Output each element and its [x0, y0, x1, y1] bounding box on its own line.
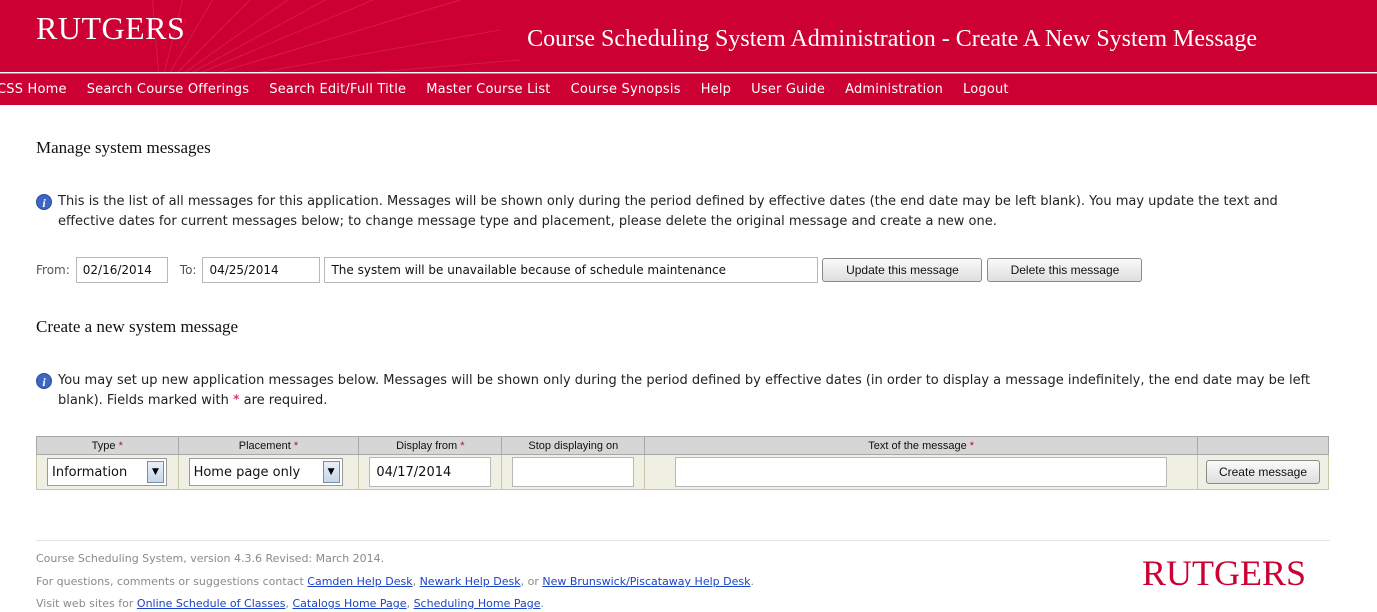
- create-message-table: Type * Placement * Display from * Stop d…: [36, 436, 1329, 490]
- from-date-input[interactable]: 02/16/2014: [75, 257, 168, 283]
- table-row: Information ▼ Home page only ▼ 04/17/201…: [36, 454, 1329, 490]
- from-label: From:: [36, 263, 70, 277]
- footer-divider: [36, 540, 1330, 541]
- camden-help-desk-link[interactable]: Camden Help Desk: [307, 575, 412, 588]
- catalogs-home-link[interactable]: Catalogs Home Page: [292, 597, 406, 610]
- footer-rutgers-logo[interactable]: RUTGERS: [1142, 552, 1306, 594]
- footer-version: Course Scheduling System, version 4.3.6 …: [36, 552, 385, 565]
- message-text-cell: [644, 454, 1198, 490]
- rutgers-logo[interactable]: RUTGERS: [36, 10, 185, 47]
- new-brunswick-help-desk-link[interactable]: New Brunswick/Piscataway Help Desk: [542, 575, 750, 588]
- column-header-display-from: Display from *: [358, 436, 503, 455]
- type-select[interactable]: Information ▼: [47, 458, 167, 486]
- nav-search-edit-full-title[interactable]: Search Edit/Full Title: [259, 82, 416, 97]
- nav-search-course-offerings[interactable]: Search Course Offerings: [77, 82, 260, 97]
- online-schedule-link[interactable]: Online Schedule of Classes: [137, 597, 286, 610]
- nav-logout[interactable]: Logout: [953, 82, 1019, 97]
- nav-css-home[interactable]: CSS Home: [0, 82, 77, 97]
- type-select-value: Information: [52, 464, 128, 480]
- column-header-placement: Placement *: [177, 436, 360, 455]
- to-label: To:: [179, 263, 197, 277]
- chevron-down-icon[interactable]: ▼: [147, 461, 164, 483]
- column-header-type: Type *: [36, 436, 179, 455]
- table-header-row: Type * Placement * Display from * Stop d…: [36, 436, 1329, 455]
- footer-visit: Visit web sites for Online Schedule of C…: [36, 597, 544, 610]
- type-cell: Information ▼: [36, 454, 179, 490]
- existing-message-row: From: 02/16/2014 To: 04/25/2014 The syst…: [36, 257, 1143, 283]
- display-from-input[interactable]: 04/17/2014: [369, 457, 492, 487]
- new-message-text-input[interactable]: [675, 457, 1168, 487]
- main-nav: CSS Home Search Course Offerings Search …: [0, 73, 1377, 105]
- info-icon: i: [36, 194, 52, 210]
- nav-help[interactable]: Help: [691, 82, 741, 97]
- placement-select[interactable]: Home page only ▼: [188, 458, 343, 486]
- placement-cell: Home page only ▼: [177, 454, 360, 490]
- newark-help-desk-link[interactable]: Newark Help Desk: [420, 575, 521, 588]
- create-info-box: i You may set up new application message…: [36, 371, 1336, 411]
- nav-administration[interactable]: Administration: [835, 82, 953, 97]
- chevron-down-icon[interactable]: ▼: [322, 461, 340, 483]
- header-banner: RUTGERS Course Scheduling System Adminis…: [0, 0, 1377, 72]
- to-date-input[interactable]: 04/25/2014: [202, 257, 321, 283]
- placement-select-value: Home page only: [193, 464, 301, 480]
- manage-info-box: i This is the list of all messages for t…: [36, 192, 1336, 232]
- stop-displaying-cell: [501, 454, 646, 490]
- column-header-stop-displaying: Stop displaying on: [501, 436, 646, 455]
- column-header-action: [1197, 436, 1329, 455]
- stop-displaying-input[interactable]: [512, 457, 635, 487]
- create-message-button[interactable]: Create message: [1206, 460, 1320, 484]
- nav-course-synopsis[interactable]: Course Synopsis: [561, 82, 691, 97]
- info-icon: i: [36, 373, 52, 389]
- create-info-text: You may set up new application messages …: [58, 373, 1311, 408]
- action-cell: Create message: [1197, 454, 1329, 490]
- delete-message-button[interactable]: Delete this message: [987, 258, 1143, 282]
- update-message-button[interactable]: Update this message: [822, 258, 983, 282]
- page-title: Course Scheduling System Administration …: [527, 26, 1257, 52]
- nav-master-course-list[interactable]: Master Course List: [416, 82, 560, 97]
- column-header-message-text: Text of the message *: [644, 436, 1198, 455]
- nav-user-guide[interactable]: User Guide: [741, 82, 835, 97]
- scheduling-home-link[interactable]: Scheduling Home Page: [414, 597, 541, 610]
- footer-contact: For questions, comments or suggestions c…: [36, 575, 754, 588]
- display-from-cell: 04/17/2014: [358, 454, 503, 490]
- manage-section-title: Manage system messages: [36, 138, 211, 157]
- create-section-title: Create a new system message: [36, 317, 239, 336]
- message-text-input[interactable]: The system will be unavailable because o…: [324, 257, 819, 283]
- manage-info-text: This is the list of all messages for thi…: [58, 194, 1278, 229]
